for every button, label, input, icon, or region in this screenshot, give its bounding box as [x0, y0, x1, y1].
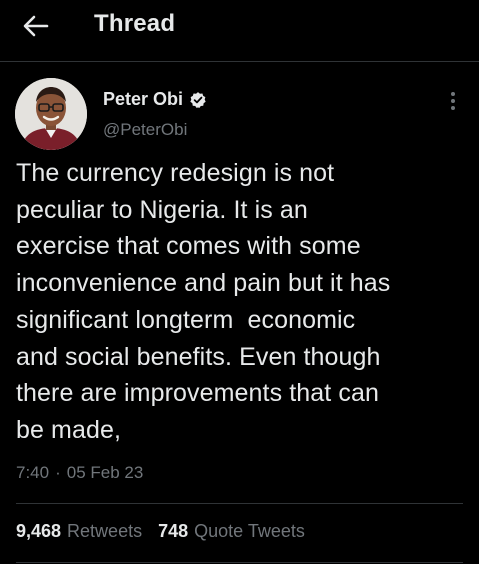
avatar[interactable] [15, 78, 87, 150]
quote-tweets-stat[interactable]: 748 Quote Tweets [158, 521, 305, 542]
tweet-timestamp[interactable]: 7:40 · 05 Feb 23 [16, 463, 143, 483]
timestamp-separator: · [55, 463, 61, 482]
author-name-row[interactable]: Peter Obi [103, 89, 207, 110]
thread-header: Thread [0, 0, 479, 62]
tweet-text: The currency redesign is not peculiar to… [16, 159, 391, 444]
tweet-time[interactable]: 7:40 [16, 463, 49, 483]
quote-tweets-label: Quote Tweets [194, 521, 305, 541]
more-vertical-icon [451, 92, 455, 110]
retweets-stat[interactable]: 9,468 Retweets [16, 521, 142, 542]
tweet-stats: 9,468 Retweets 748 Quote Tweets [16, 521, 321, 542]
author-name[interactable]: Peter Obi [103, 89, 183, 110]
back-button[interactable] [18, 12, 54, 40]
divider [16, 562, 463, 563]
divider [16, 503, 463, 504]
page-title: Thread [94, 10, 176, 37]
tweet-date[interactable]: 05 Feb 23 [67, 463, 144, 483]
retweets-count: 9,468 [16, 521, 62, 541]
arrow-left-icon [23, 15, 49, 37]
avatar-image [15, 78, 87, 150]
verified-badge-icon [190, 91, 206, 108]
more-options-button[interactable] [440, 88, 466, 114]
retweets-label: Retweets [67, 521, 143, 541]
author-handle[interactable]: @PeterObi [103, 120, 187, 140]
quote-tweets-count: 748 [158, 521, 189, 541]
